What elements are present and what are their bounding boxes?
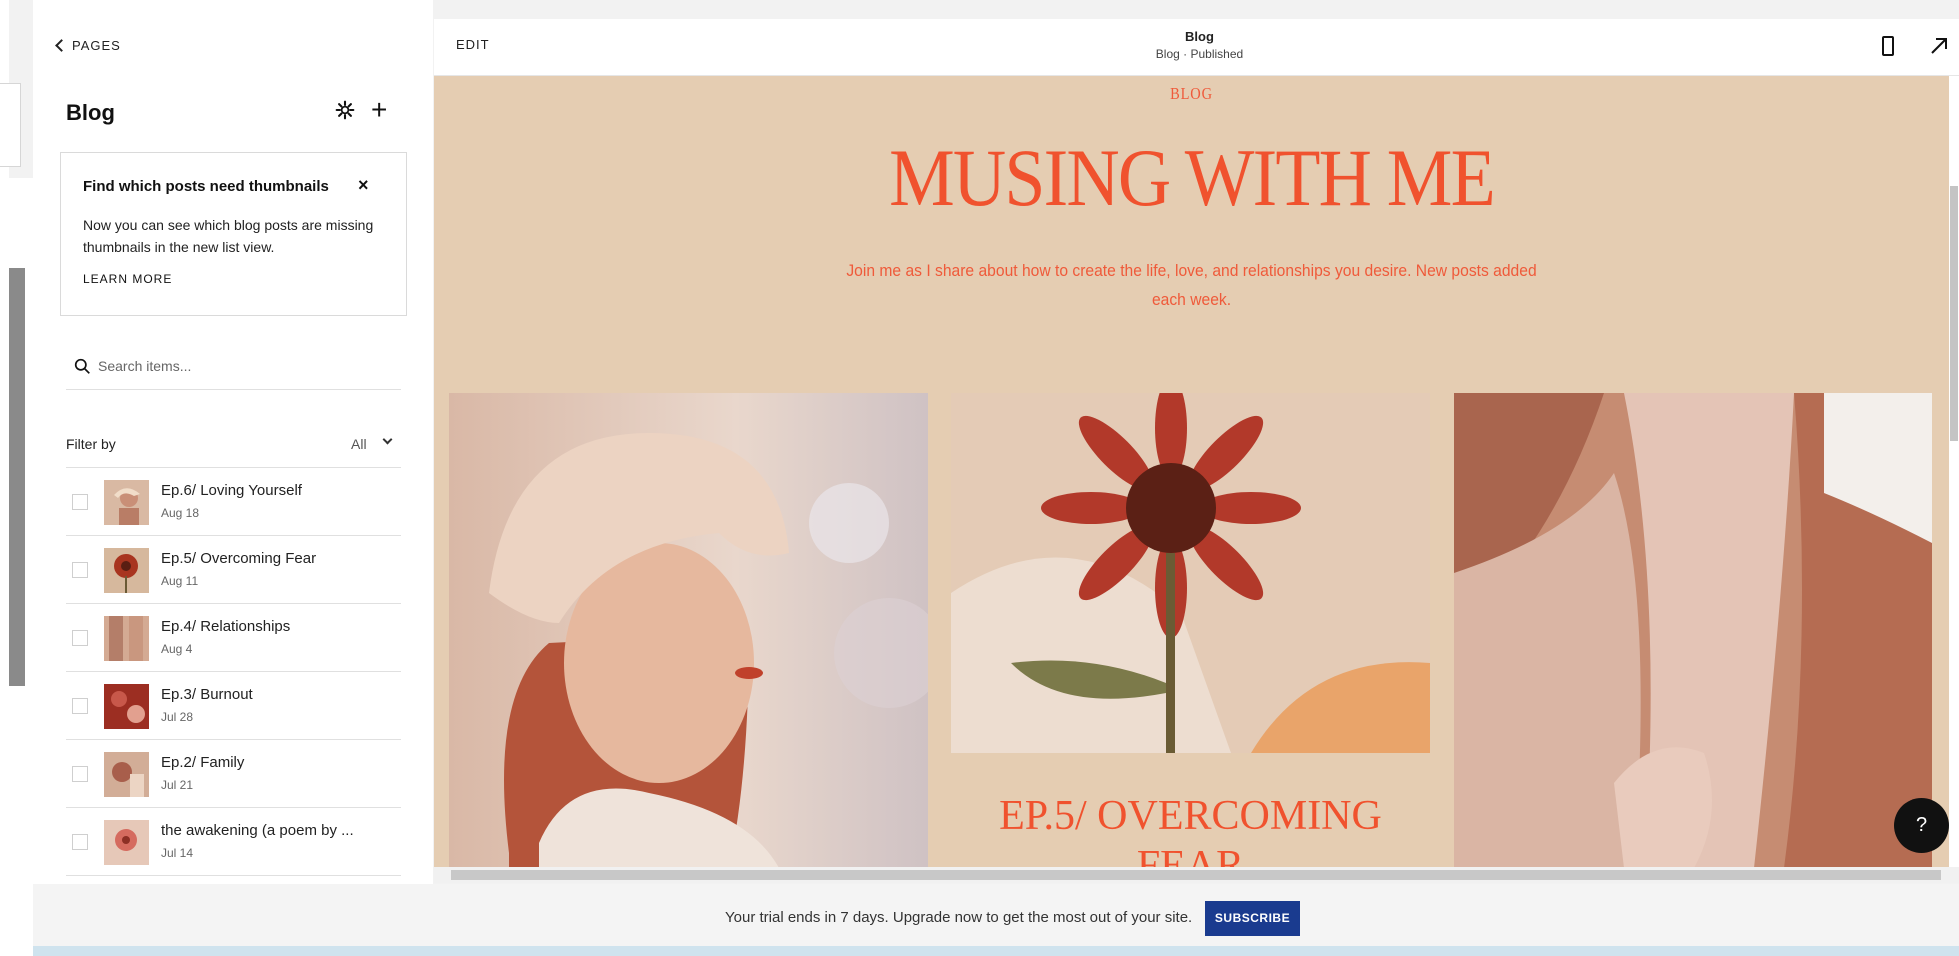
post-title: Ep.4/ Relationships [161,618,291,635]
vertical-scroll-thumb[interactable] [1950,186,1958,441]
horizontal-scroll-thumb[interactable] [451,870,1941,880]
edge-box [0,83,21,167]
post-list-item[interactable]: Ep.2/ Family Jul 21 [66,740,401,808]
post-list-item[interactable]: Ep.3/ Burnout Jul 28 [66,672,401,740]
post-thumbnail [104,616,149,661]
post-thumbnail [104,752,149,797]
back-label: PAGES [72,38,121,53]
post-title: Ep.6/ Loving Yourself [161,482,302,499]
chevron-left-icon [55,39,68,52]
page-status: Blog · Published [1155,47,1244,61]
help-button[interactable]: ? [1894,798,1949,853]
post-thumbnail [104,820,149,865]
post-checkbox[interactable] [72,698,88,714]
bottom-strip [33,946,1959,956]
post-date: Aug 11 [161,574,199,588]
search-icon [74,358,90,374]
post-date: Jul 28 [161,710,194,724]
post-title: Ep.5/ Overcoming Fear [161,550,317,567]
search-field[interactable]: Search items... [66,348,401,390]
site-preview-frame: EDIT Blog Blog · Published BLOG MUSING W… [434,19,1959,883]
post-list-item[interactable]: Ep.4/ Relationships Aug 4 [66,604,401,672]
post-date: Jul 21 [161,778,194,792]
gear-icon[interactable] [335,100,355,120]
post-checkbox[interactable] [72,834,88,850]
post-date: Aug 18 [161,506,200,520]
post-image-woman-hat[interactable] [449,393,928,867]
filter-row[interactable]: Filter by All [66,430,401,468]
post-list-item[interactable]: the awakening (a poem by ... Jul 14 [66,808,401,876]
post-checkbox[interactable] [72,562,88,578]
trial-message: Your trial ends in 7 days. Upgrade now t… [725,909,1193,926]
preview-topbar: EDIT Blog Blog · Published [434,19,1959,76]
post-date: Jul 14 [161,846,194,860]
edge-scroll-thumb[interactable] [9,268,25,686]
back-to-pages-link[interactable]: PAGES [53,38,121,53]
mobile-view-icon[interactable] [1882,36,1894,56]
featured-post-title[interactable]: EP.5/ OVERCOMING FEAR [951,791,1430,867]
search-placeholder: Search items... [98,358,192,374]
sidebar-title: Blog [66,100,115,125]
page-title: Blog [1185,29,1214,44]
vertical-scrollbar[interactable] [1949,76,1959,867]
subscribe-button[interactable]: SUBSCRIBE [1205,901,1300,936]
post-checkbox[interactable] [72,494,88,510]
tip-title: Find which posts need thumbnails [83,178,329,195]
post-title: Ep.3/ Burnout [161,686,253,703]
post-title: the awakening (a poem by ... [161,822,354,839]
chevron-down-icon[interactable] [382,434,393,445]
blog-heading: MUSING WITH ME [889,132,1496,223]
filter-label: Filter by [66,436,116,452]
blog-kicker: BLOG [1170,84,1213,103]
open-external-icon[interactable] [1928,35,1950,57]
post-date: Aug 4 [161,642,193,656]
blog-page-canvas: BLOG MUSING WITH ME Join me as I share a… [434,76,1949,867]
blog-description: Join me as I share about how to create t… [846,261,1537,309]
trial-banner: Your trial ends in 7 days. Upgrade now t… [33,884,1959,946]
post-thumbnail [104,684,149,729]
learn-more-link[interactable]: LEARN MORE [83,272,172,286]
post-list-item[interactable]: Ep.5/ Overcoming Fear Aug 11 [66,536,401,604]
post-image-holding-hands[interactable] [1454,393,1932,867]
post-thumbnail [104,548,149,593]
post-list-item[interactable]: Ep.6/ Loving Yourself Aug 18 [66,468,401,536]
thumbnails-tip-card: Find which posts need thumbnails × Now y… [60,152,407,316]
pages-sidebar: PAGES Blog + Find which posts need thumb… [33,0,433,948]
tip-body: Now you can see which blog posts are mis… [83,217,374,255]
left-edge-panel [0,0,33,956]
tip-close-button[interactable]: × [358,175,369,196]
post-checkbox[interactable] [72,630,88,646]
filter-value[interactable]: All [351,436,367,452]
post-checkbox[interactable] [72,766,88,782]
post-title: Ep.2/ Family [161,754,245,771]
add-post-button[interactable]: + [371,96,387,124]
post-image-sunflower[interactable] [951,393,1430,753]
horizontal-scrollbar[interactable] [434,867,1959,883]
post-thumbnail [104,480,149,525]
